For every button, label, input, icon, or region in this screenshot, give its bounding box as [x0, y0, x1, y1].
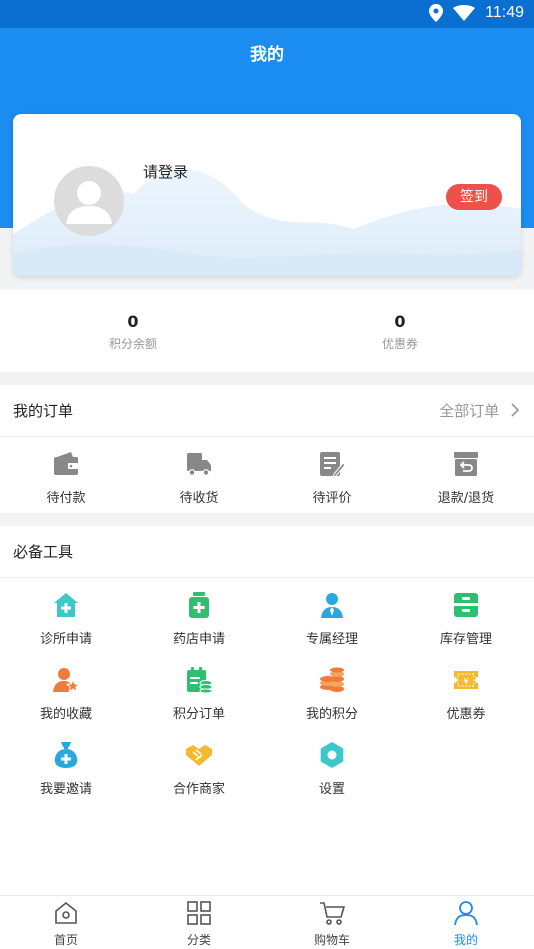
- inventory-icon: [454, 593, 478, 617]
- all-orders-link[interactable]: 全部订单: [439, 400, 520, 421]
- tab-mine[interactable]: 我的: [426, 900, 506, 948]
- tool-dedicated-manager[interactable]: 专属经理: [277, 592, 387, 647]
- tool-label: 优惠券: [446, 707, 486, 722]
- tool-settings[interactable]: 设置: [277, 742, 387, 797]
- handshake-icon: [186, 745, 212, 766]
- avatar[interactable]: [54, 166, 124, 236]
- stat-points-balance[interactable]: 0 积分余额: [63, 312, 203, 352]
- section-title: 我的订单: [13, 402, 74, 420]
- review-icon: [320, 452, 346, 478]
- order-item-pending-review[interactable]: 待评价: [277, 451, 387, 506]
- stats-bar: 0 积分余额 0 优惠券: [0, 290, 534, 372]
- order-item-pending-payment[interactable]: 待付款: [11, 451, 121, 506]
- tab-label: 购物车: [313, 933, 350, 947]
- tool-inventory[interactable]: 库存管理: [411, 592, 521, 647]
- wallet-icon: [54, 452, 78, 475]
- tools-section: 必备工具 诊所申请 药店申请 专属经理 库存管理 我的收藏 积分订单 我的积分 …: [0, 526, 534, 895]
- profile-card: 请登录 签到: [13, 114, 521, 276]
- settings-icon: [320, 742, 344, 768]
- tool-invite[interactable]: 我要邀请: [11, 742, 121, 797]
- wifi-icon: [453, 5, 476, 21]
- svg-text:¥: ¥: [463, 677, 469, 687]
- tab-label: 分类: [186, 933, 211, 947]
- tab-cart[interactable]: 购物车: [292, 900, 372, 948]
- tool-label: 库存管理: [439, 632, 492, 647]
- all-orders-label: 全部订单: [439, 402, 500, 420]
- signin-button[interactable]: 签到: [446, 184, 502, 210]
- login-prompt[interactable]: 请登录: [143, 161, 188, 182]
- category-icon: [187, 901, 211, 925]
- stat-value: 0: [394, 312, 406, 331]
- tool-label: 专属经理: [305, 632, 358, 647]
- stat-label: 积分余额: [108, 337, 157, 351]
- order-item-label: 待付款: [46, 491, 86, 506]
- tool-label: 积分订单: [172, 707, 225, 722]
- points-order-icon: [187, 667, 213, 694]
- pharmacy-icon: [189, 592, 209, 618]
- tool-label: 我的积分: [305, 707, 358, 722]
- tab-label: 首页: [53, 933, 78, 947]
- tool-my-points[interactable]: 我的积分: [277, 667, 387, 722]
- orders-header: 我的订单 全部订单: [0, 385, 534, 437]
- status-bar: 11:49: [0, 0, 534, 28]
- default-avatar-icon: [66, 181, 112, 224]
- chevron-right-icon: [511, 403, 520, 417]
- tool-partners[interactable]: 合作商家: [144, 742, 254, 797]
- refund-icon: [454, 452, 478, 476]
- bottom-tab-bar: 首页 分类 购物车 我的: [0, 895, 534, 949]
- tools-header: 必备工具: [0, 526, 534, 578]
- tool-clinic-apply[interactable]: 诊所申请: [11, 592, 121, 647]
- section-title: 必备工具: [13, 543, 74, 561]
- favorite-icon: [53, 668, 81, 693]
- tool-label: 药店申请: [172, 632, 225, 647]
- tool-points-orders[interactable]: 积分订单: [144, 667, 254, 722]
- tool-coupons[interactable]: ¥ 优惠券: [411, 667, 521, 722]
- stat-label: 优惠券: [381, 337, 418, 351]
- tab-home[interactable]: 首页: [26, 900, 106, 948]
- order-item-pending-receipt[interactable]: 待收货: [144, 451, 254, 506]
- tool-favorites[interactable]: 我的收藏: [11, 667, 121, 722]
- orders-section: 我的订单 全部订单 待付款 待收货 待评价 退款/退货: [0, 385, 534, 513]
- clinic-icon: [54, 593, 78, 617]
- tab-category[interactable]: 分类: [159, 900, 239, 948]
- location-icon: [429, 4, 444, 22]
- tab-label: 我的: [453, 933, 478, 947]
- stat-value: 0: [127, 312, 139, 331]
- tool-label: 我要邀请: [39, 782, 92, 797]
- order-item-refund[interactable]: 退款/退货: [411, 451, 521, 506]
- truck-icon: [187, 453, 211, 476]
- order-item-label: 待收货: [179, 491, 219, 506]
- tool-label: 诊所申请: [39, 632, 92, 647]
- tool-label: 合作商家: [172, 782, 225, 797]
- user-icon: [454, 901, 478, 926]
- order-item-label: 待评价: [312, 491, 352, 506]
- tool-label: 设置: [318, 782, 345, 797]
- order-item-label: 退款/退货: [437, 491, 495, 506]
- points-icon: [320, 667, 344, 692]
- invite-icon: [54, 742, 78, 768]
- tool-pharmacy-apply[interactable]: 药店申请: [144, 592, 254, 647]
- stat-coupons[interactable]: 0 优惠券: [330, 312, 470, 352]
- manager-icon: [321, 593, 343, 618]
- home-icon: [55, 901, 77, 924]
- tool-label: 我的收藏: [39, 707, 92, 722]
- coupon-icon: ¥: [454, 671, 478, 689]
- cart-icon: [320, 902, 346, 925]
- clock: 11:49: [485, 4, 524, 21]
- page-title: 我的: [250, 45, 284, 65]
